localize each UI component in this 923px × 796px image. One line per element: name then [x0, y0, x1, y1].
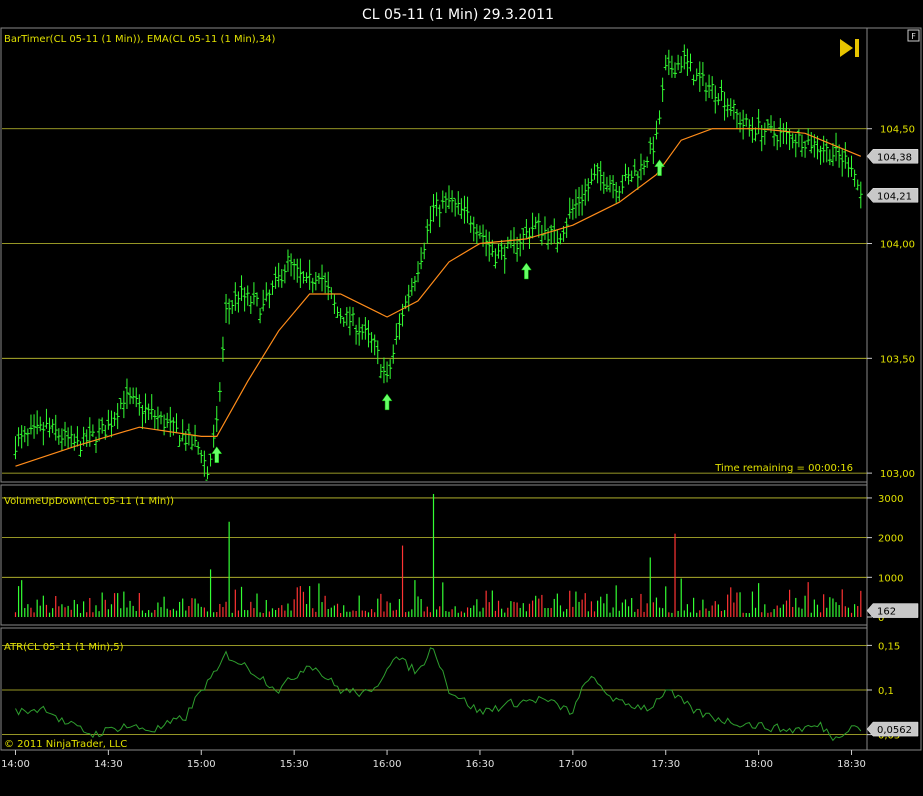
atr-value-tag: 0,0562 — [866, 721, 919, 737]
time-tick-label: 14:30 — [94, 759, 123, 770]
price-axis: 103,00 103,50 104,00 104,50 104,38 104,21 — [866, 125, 919, 480]
volume-tick-label: 1000 — [878, 573, 903, 584]
volume-indicator-label: VolumeUpDown(CL 05-11 (1 Min)) — [4, 496, 174, 507]
volume-axis: 0100020003000162 — [866, 494, 919, 624]
atr-indicator-label: ATR(CL 05-11 (1 Min),5) — [4, 642, 124, 653]
ema-value-tag-text: 104,38 — [877, 152, 912, 163]
ema-value-tag: 104,38 — [866, 149, 919, 164]
time-tick-label: 14:00 — [1, 759, 30, 770]
atr-value-tag-text: 0,0562 — [877, 725, 912, 736]
price-tick-label: 103,00 — [880, 469, 915, 480]
volume-value-tag: 162 — [866, 603, 919, 618]
price-tick-label: 104,00 — [880, 240, 915, 251]
price-indicator-label: BarTimer(CL 05-11 (1 Min)), EMA(CL 05-11… — [4, 34, 276, 45]
volume-tick-label: 3000 — [878, 494, 903, 505]
volume-tick-label: 2000 — [878, 534, 903, 545]
last-price-tag: 104,21 — [866, 188, 919, 203]
time-tick-label: 15:30 — [280, 759, 309, 770]
time-axis: 14:00 14:30 15:00 15:30 16:00 16:30 17:00 17:30… — [1, 750, 866, 770]
atr-axis: 0,050,10,150,0562 — [866, 641, 919, 742]
arrow-up-icon — [211, 446, 223, 463]
bar-timer-icon[interactable] — [840, 39, 859, 57]
price-tick-label: 103,50 — [880, 354, 915, 365]
time-tick-label: 17:00 — [558, 759, 587, 770]
copyright: © 2011 NinjaTrader, LLC — [4, 739, 127, 750]
atr-panel-frame — [0, 627, 868, 751]
arrow-up-icon — [381, 393, 393, 411]
atr-line — [15, 647, 862, 742]
time-remaining: Time remaining = 00:00:16 — [714, 463, 853, 474]
time-tick-label: 17:30 — [651, 759, 680, 770]
arrow-up-icon — [520, 262, 532, 280]
atr-path — [15, 647, 862, 742]
chart-title: CL 05-11 (1 Min) 29.3.2011 — [362, 7, 554, 23]
volume-bars — [14, 493, 862, 617]
arrow-up-icon — [654, 159, 666, 176]
price-tick-label: 104,50 — [880, 125, 915, 136]
time-tick-label: 15:00 — [187, 759, 216, 770]
time-tick-label: 16:30 — [466, 759, 495, 770]
chart-svg: CL 05-11 (1 Min) 29.3.2011 103,00103,501… — [0, 7, 922, 770]
price-panel-frame — [0, 27, 868, 483]
atr-tick-label: 0,1 — [878, 686, 894, 697]
corner-label: F — [911, 32, 916, 41]
time-tick-label: 18:00 — [744, 759, 773, 770]
signal-arrows — [211, 159, 666, 463]
price-bars — [13, 44, 863, 481]
volume-gridlines — [2, 497, 867, 578]
price-gridlines — [2, 128, 867, 474]
atr-tick-label: 0,15 — [878, 641, 900, 652]
volume-value-tag-text: 162 — [877, 607, 896, 618]
time-tick-label: 16:00 — [373, 759, 402, 770]
time-tick-label: 18:30 — [837, 759, 866, 770]
last-price-tag-text: 104,21 — [877, 191, 912, 202]
atr-gridlines — [2, 644, 867, 736]
